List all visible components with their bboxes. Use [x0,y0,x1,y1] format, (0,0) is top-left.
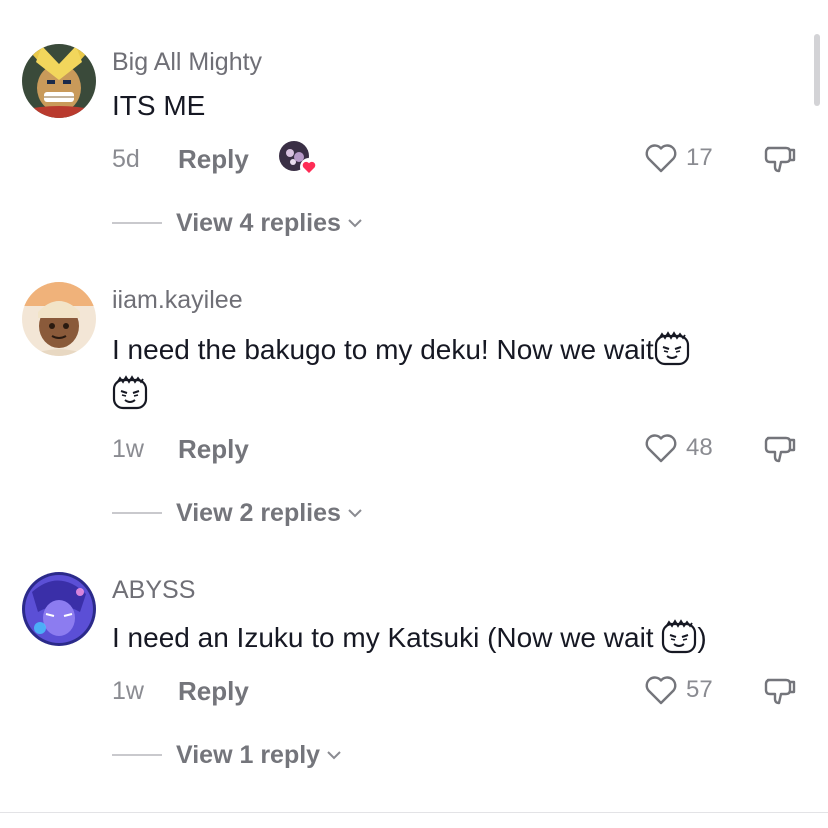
like-button[interactable]: 57 [644,672,713,708]
reply-button[interactable]: Reply [178,434,249,465]
heart-outline-icon [645,434,677,463]
view-replies-label: View 4 replies [176,208,341,237]
view-replies-button[interactable]: View 2 replies [112,495,363,531]
anime-character-avatar-icon [22,282,96,356]
username[interactable]: iiam.kayilee [112,286,243,315]
smirk-sticker-emoji-icon [661,618,697,654]
dislike-button[interactable] [762,430,798,466]
purple-anime-avatar-icon [22,572,96,646]
divider-line [112,754,162,756]
chevron-down-icon [348,219,362,228]
view-replies-label: View 1 reply [176,740,321,769]
smirk-sticker-emoji-icon [654,330,690,366]
comment-text-part: ITS ME [112,90,206,121]
reply-button[interactable]: Reply [178,144,249,175]
thumbs-down-icon [764,678,796,705]
chevron-down-icon [348,509,362,518]
timestamp: 1w [112,677,144,705]
comment-text-part: I need an Izuku to my Katsuki (Now we wa… [112,622,662,653]
username[interactable]: ABYSS [112,576,195,605]
like-count: 48 [686,434,713,461]
username[interactable]: Big All Mighty [112,48,262,77]
thumbs-down-icon [764,436,796,463]
reply-button[interactable]: Reply [178,676,249,707]
like-count: 57 [686,676,713,703]
like-button[interactable]: 48 [644,430,713,466]
comment-text-part: I need the bakugo to my deku! Now we wai… [112,334,654,365]
view-replies-button[interactable]: View 1 reply [112,737,342,773]
bottom-divider [0,812,828,813]
comment-text: I need an Izuku to my Katsuki (Now we wa… [112,616,792,660]
comment-text: I need the bakugo to my deku! Now we wai… [112,328,792,416]
thumbs-down-icon [764,146,796,173]
comment-text: ITS ME [112,84,792,128]
view-replies-button[interactable]: View 4 replies [112,205,363,241]
like-button[interactable]: 17 [644,140,713,176]
timestamp: 1w [112,435,144,463]
heart-outline-icon [645,676,677,705]
scrollbar[interactable] [814,34,820,106]
heart-badge-icon [300,158,318,176]
dislike-button[interactable] [762,672,798,708]
avatar[interactable] [22,44,96,118]
all-might-avatar-icon [22,44,96,118]
divider-line [112,512,162,514]
like-count: 17 [686,144,713,171]
timestamp: 5d [112,145,140,173]
smirk-sticker-emoji-icon [112,374,148,410]
avatar[interactable] [22,572,96,646]
divider-line [112,222,162,224]
avatar[interactable] [22,282,96,356]
chevron-down-icon [327,751,341,760]
comment-text-part: ) [697,622,707,653]
liked-by-creator-badge [278,140,318,176]
dislike-button[interactable] [762,140,798,176]
heart-outline-icon [645,144,677,173]
view-replies-label: View 2 replies [176,498,341,527]
